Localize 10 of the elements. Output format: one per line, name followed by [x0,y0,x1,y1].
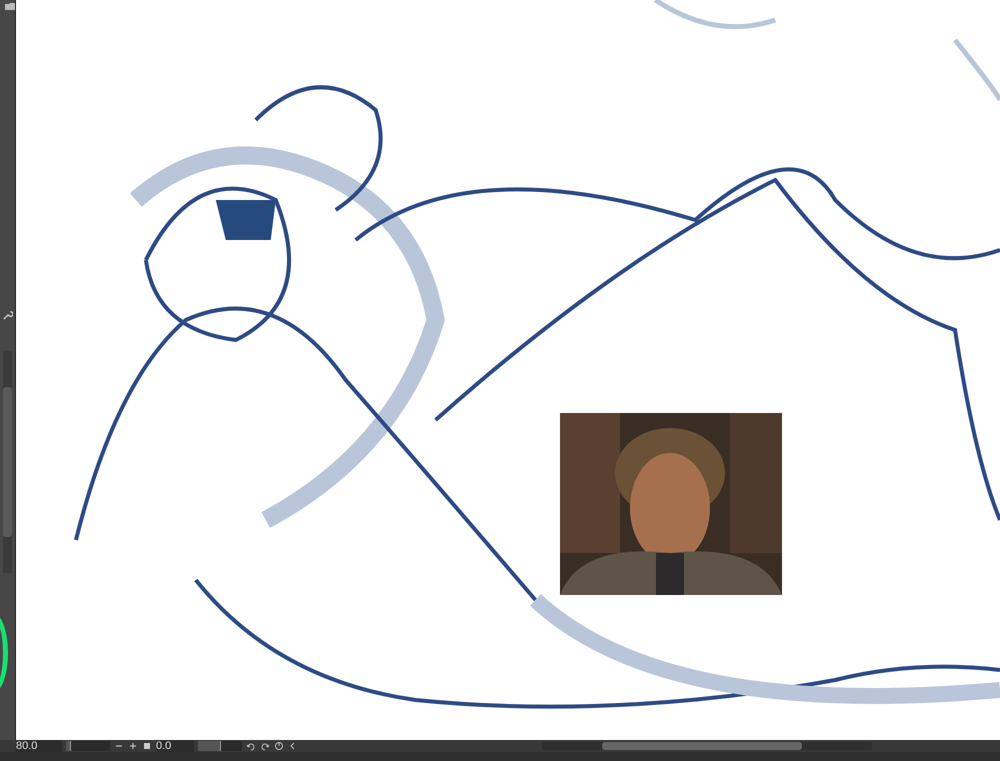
rotation-slider-fill[interactable] [198,741,221,751]
rotate-right-icon[interactable] [260,741,270,751]
zoom-field[interactable]: 80.0 [16,740,62,752]
zoom-slider-fill[interactable] [66,741,72,751]
fit-icon[interactable] [142,741,152,751]
rotation-field[interactable]: 0.0 [156,740,194,752]
folder-icon[interactable] [5,2,15,10]
zoom-in-icon[interactable] [128,741,138,751]
rotate-left-icon[interactable] [246,741,256,751]
reset-icon[interactable] [274,741,284,751]
